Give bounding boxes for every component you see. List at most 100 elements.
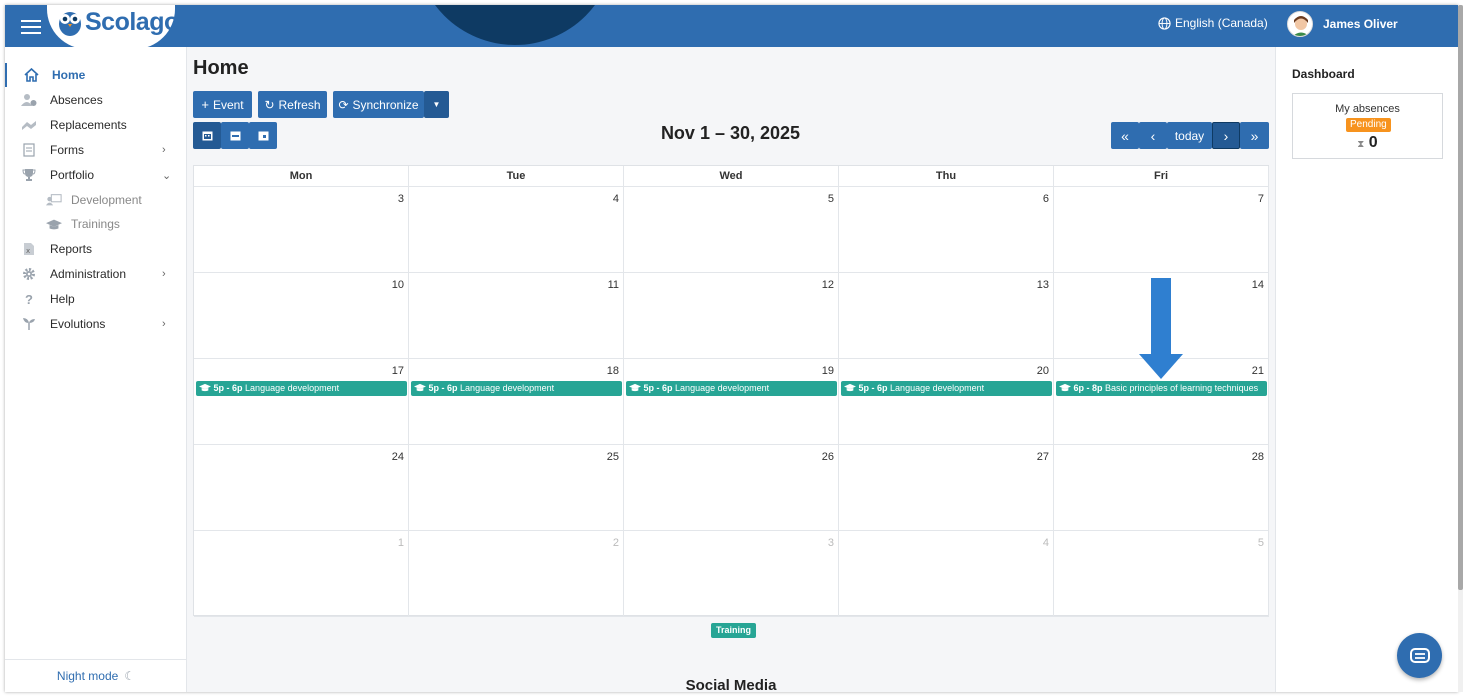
refresh-button[interactable]: ↻ Refresh — [258, 91, 327, 118]
logo[interactable]: Scolago — [47, 5, 179, 47]
calendar-day-cell[interactable]: 13 — [839, 273, 1054, 359]
my-absences-card[interactable]: My absences Pending ⧗ 0 — [1292, 93, 1443, 159]
day-number[interactable]: 3 — [398, 193, 404, 205]
calendar-day-cell[interactable]: 28 — [1054, 445, 1269, 531]
add-event-label: Event — [212, 97, 244, 112]
calendar-day-cell[interactable]: 4 — [409, 187, 624, 273]
today-button[interactable]: today — [1167, 122, 1212, 149]
calendar-event[interactable]: 5p - 6p Language development — [626, 381, 837, 396]
day-number[interactable]: 1 — [398, 537, 404, 549]
calendar-day-cell[interactable]: 20 — [839, 359, 1054, 445]
sidebar-item-help[interactable]: ? Help — [5, 287, 187, 311]
today-label: today — [1174, 128, 1205, 143]
day-number[interactable]: 27 — [1037, 451, 1049, 463]
gear-icon — [21, 266, 37, 282]
calendar-day-cell[interactable]: 5 — [1054, 531, 1269, 617]
calendar-day-cell[interactable]: 3 — [624, 531, 839, 617]
calendar-event[interactable]: 5p - 6p Language development — [411, 381, 622, 396]
calendar-day-cell[interactable]: 27 — [839, 445, 1054, 531]
sidebar: Home Absences Replacements Forms › Portf… — [5, 47, 187, 692]
calendar-day-cell[interactable]: 19 — [624, 359, 839, 445]
day-number[interactable]: 28 — [1252, 451, 1264, 463]
day-number[interactable]: 18 — [607, 365, 619, 377]
sidebar-item-evolutions[interactable]: Evolutions › — [5, 312, 187, 336]
calendar-day-cell[interactable]: 5 — [624, 187, 839, 273]
day-number[interactable]: 3 — [828, 537, 834, 549]
day-number[interactable]: 14 — [1252, 279, 1264, 291]
user-menu[interactable]: James Oliver — [1287, 11, 1398, 37]
language-selector[interactable]: English (Canada) — [1158, 16, 1268, 30]
sidebar-item-development[interactable]: Development — [5, 188, 187, 212]
day-number[interactable]: 21 — [1252, 365, 1264, 377]
menu-toggle-button[interactable] — [19, 16, 43, 36]
calendar-day-cell[interactable]: 2 — [409, 531, 624, 617]
graduation-cap-icon — [46, 216, 62, 232]
sidebar-item-replacements[interactable]: Replacements — [5, 113, 187, 137]
sidebar-item-label: Development — [71, 193, 142, 207]
day-number[interactable]: 17 — [392, 365, 404, 377]
day-number[interactable]: 5 — [828, 193, 834, 205]
calendar-day-cell[interactable]: 3 — [194, 187, 409, 273]
synchronize-button[interactable]: ⟳ Synchronize — [333, 91, 424, 118]
calendar-day-cell[interactable]: 7 — [1054, 187, 1269, 273]
scrollbar-thumb[interactable] — [1458, 5, 1463, 590]
day-number[interactable]: 5 — [1258, 537, 1264, 549]
calendar-day-cell[interactable]: 10 — [194, 273, 409, 359]
sidebar-item-forms[interactable]: Forms › — [5, 138, 187, 162]
calendar-day-cell[interactable]: 4 — [839, 531, 1054, 617]
night-mode-toggle[interactable]: Night mode ☾ — [5, 659, 187, 692]
day-number[interactable]: 24 — [392, 451, 404, 463]
day-number[interactable]: 20 — [1037, 365, 1049, 377]
add-event-button[interactable]: + Event — [193, 91, 252, 118]
prev-month-button[interactable]: ‹ — [1139, 122, 1167, 149]
calendar-day-cell[interactable]: 12 — [624, 273, 839, 359]
calendar-day-cell[interactable]: 18 — [409, 359, 624, 445]
next-month-button[interactable]: › — [1212, 122, 1240, 149]
sidebar-item-administration[interactable]: Administration › — [5, 262, 187, 286]
calendar-day-cell[interactable]: 1 — [194, 531, 409, 617]
day-number[interactable]: 7 — [1258, 193, 1264, 205]
moon-icon: ☾ — [124, 669, 136, 683]
day-number[interactable]: 11 — [608, 279, 619, 291]
day-number[interactable]: 10 — [392, 279, 404, 291]
sidebar-item-portfolio[interactable]: Portfolio ⌄ — [5, 163, 187, 187]
day-number[interactable]: 4 — [1043, 537, 1049, 549]
calendar-event[interactable]: 5p - 6p Language development — [841, 381, 1052, 396]
plus-icon: + — [201, 97, 209, 112]
user-name: James Oliver — [1323, 17, 1398, 31]
calendar-day-cell[interactable]: 11 — [409, 273, 624, 359]
sidebar-item-absences[interactable]: Absences — [5, 88, 187, 112]
calendar-day-cell[interactable]: 17 — [194, 359, 409, 445]
day-number[interactable]: 12 — [822, 279, 834, 291]
day-number[interactable]: 4 — [613, 193, 619, 205]
calendar-day-cell[interactable]: 25 — [409, 445, 624, 531]
chevron-right-icon: › — [162, 144, 166, 156]
day-number[interactable]: 6 — [1043, 193, 1049, 205]
prev-year-button[interactable]: « — [1111, 122, 1139, 149]
next-year-button[interactable]: » — [1240, 122, 1269, 149]
event-time: 5p - 6p — [213, 383, 243, 393]
scrollbar[interactable] — [1458, 5, 1463, 692]
day-number[interactable]: 26 — [822, 451, 834, 463]
synchronize-dropdown-button[interactable]: ▼ — [424, 91, 449, 118]
sidebar-item-label: Administration — [50, 267, 127, 281]
sidebar-item-reports[interactable]: x Reports — [5, 237, 187, 261]
sidebar-item-label: Forms — [50, 143, 84, 157]
social-media-title: Social Media — [685, 677, 777, 692]
replacements-icon — [21, 117, 37, 133]
calendar-day-cell[interactable]: 26 — [624, 445, 839, 531]
calendar-day-cell[interactable]: 24 — [194, 445, 409, 531]
calendar-event[interactable]: 5p - 6p Language development — [196, 381, 407, 396]
sidebar-item-home[interactable]: Home — [5, 63, 187, 87]
day-number[interactable]: 13 — [1037, 279, 1049, 291]
chat-button[interactable] — [1397, 633, 1442, 678]
day-number[interactable]: 19 — [822, 365, 834, 377]
calendar-event[interactable]: 6p - 8p Basic principles of learning tec… — [1056, 381, 1267, 396]
app-window: Scolago English (Canada) James Oliver Ho… — [5, 5, 1458, 692]
forms-icon — [21, 142, 37, 158]
day-number[interactable]: 25 — [607, 451, 619, 463]
sidebar-item-trainings[interactable]: Trainings — [5, 212, 187, 236]
calendar-grid: Mon Tue Wed Thu Fri 3 4 5 6 7 10 11 12 13 14 17 18 19 20 21… — [193, 165, 1269, 617]
calendar-day-cell[interactable]: 6 — [839, 187, 1054, 273]
day-number[interactable]: 2 — [613, 537, 619, 549]
